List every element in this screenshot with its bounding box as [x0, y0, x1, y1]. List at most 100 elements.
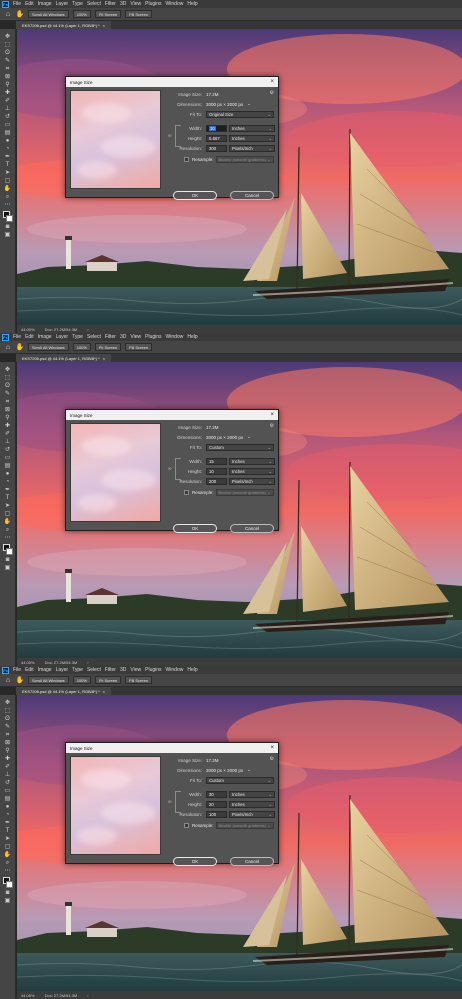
zoom-100-button[interactable]: 100% [72, 343, 91, 351]
color-swatches[interactable] [2, 877, 13, 889]
rectangle-tool-icon[interactable]: ▢ [3, 510, 13, 518]
move-tool-icon[interactable]: ✥ [3, 366, 13, 374]
pen-tool-icon[interactable]: ✒ [3, 819, 13, 827]
menu-select[interactable]: Select [87, 334, 101, 340]
menu-type[interactable]: Type [72, 334, 83, 340]
marquee-tool-icon[interactable]: ⬚ [3, 707, 13, 715]
eyedropper-tool-icon[interactable]: ⚲ [3, 414, 13, 422]
scroll-all-windows-checkbox[interactable]: Scroll All Windows [28, 343, 69, 351]
brush-tool-icon[interactable]: ✐ [3, 430, 13, 438]
menu-image[interactable]: Image [38, 667, 52, 673]
ok-button[interactable]: OK [173, 524, 217, 533]
menu-view[interactable]: View [130, 334, 141, 340]
menu-3d[interactable]: 3D [120, 667, 126, 673]
width-input[interactable]: 30 [206, 790, 227, 798]
menu-window[interactable]: Window [166, 334, 184, 340]
chevron-down-icon[interactable]: ⌄ [245, 767, 251, 774]
resample-checkbox[interactable] [184, 156, 189, 162]
resolution-unit-dropdown[interactable]: Pixels/Inch ⌄ [229, 810, 275, 818]
close-icon[interactable]: × [103, 356, 105, 361]
height-input[interactable]: 10 [206, 467, 227, 475]
menu-window[interactable]: Window [166, 667, 184, 673]
clone-stamp-tool-icon[interactable]: ⊥ [3, 438, 13, 446]
path-selection-tool-icon[interactable]: ➤ [3, 502, 13, 510]
clone-stamp-tool-icon[interactable]: ⊥ [3, 105, 13, 113]
history-brush-tool-icon[interactable]: ↺ [3, 446, 13, 454]
hand-tool-icon[interactable]: ✋ [16, 343, 25, 351]
fill-screen-button[interactable]: Fill Screen [125, 343, 153, 351]
eraser-tool-icon[interactable]: ▭ [3, 454, 13, 462]
document-tab[interactable]: EKS7206.psd @ 44.1% (Layer 1, RGB/8*) * × [16, 354, 111, 362]
more-tools-icon[interactable]: ⋯ [3, 201, 13, 209]
path-selection-tool-icon[interactable]: ➤ [3, 835, 13, 843]
chevron-right-icon[interactable]: › [87, 660, 88, 665]
more-tools-icon[interactable]: ⋯ [3, 534, 13, 542]
width-unit-dropdown[interactable]: Inches ⌄ [229, 124, 275, 132]
height-unit-dropdown[interactable]: Inches ⌄ [229, 134, 275, 142]
resolution-unit-dropdown[interactable]: Pixels/Inch ⌄ [229, 477, 275, 485]
quick-select-tool-icon[interactable]: ✎ [3, 723, 13, 731]
image-preview[interactable] [70, 756, 161, 855]
close-icon[interactable]: × [270, 412, 274, 418]
fit-screen-button[interactable]: Fit Screen [94, 10, 122, 18]
background-color-swatch[interactable] [5, 881, 13, 888]
scroll-all-windows-checkbox[interactable]: Scroll All Windows [28, 676, 69, 684]
menu-filter[interactable]: Filter [105, 667, 116, 673]
menu-edit[interactable]: Edit [25, 667, 34, 673]
zoom-tool-icon[interactable]: ⌕ [3, 859, 13, 867]
blur-tool-icon[interactable]: ● [3, 470, 13, 478]
fill-screen-button[interactable]: Fill Screen [125, 10, 153, 18]
type-tool-icon[interactable]: T [3, 161, 13, 169]
rectangle-tool-icon[interactable]: ▢ [3, 177, 13, 185]
lasso-tool-icon[interactable]: ʘ [3, 382, 13, 390]
height-unit-dropdown[interactable]: Inches ⌄ [229, 800, 275, 808]
cancel-button[interactable]: Cancel [230, 524, 274, 533]
blur-tool-icon[interactable]: ● [3, 137, 13, 145]
frame-tool-icon[interactable]: ⊠ [3, 73, 13, 81]
fit-screen-button[interactable]: Fit Screen [94, 343, 122, 351]
type-tool-icon[interactable]: T [3, 827, 13, 835]
hand-tool-icon[interactable]: ✋ [3, 851, 13, 859]
height-input[interactable]: 20 [206, 800, 227, 808]
frame-tool-icon[interactable]: ⊠ [3, 739, 13, 747]
menu-edit[interactable]: Edit [25, 1, 34, 7]
home-icon[interactable]: ⌂ [4, 343, 12, 351]
width-unit-dropdown[interactable]: Inches ⌄ [229, 790, 275, 798]
color-swatches[interactable] [2, 544, 13, 556]
zoom-100-button[interactable]: 100% [72, 10, 91, 18]
menu-select[interactable]: Select [87, 667, 101, 673]
hand-tool-icon[interactable]: ✋ [16, 676, 25, 684]
quick-mask-icon[interactable]: ◙ [3, 889, 13, 897]
zoom-tool-icon[interactable]: ⌕ [3, 526, 13, 534]
dodge-tool-icon[interactable]: ◔ [3, 478, 13, 486]
dodge-tool-icon[interactable]: ◔ [3, 145, 13, 153]
height-input[interactable]: 6.667 [206, 134, 227, 142]
background-color-swatch[interactable] [5, 548, 13, 555]
eraser-tool-icon[interactable]: ▭ [3, 121, 13, 129]
menu-window[interactable]: Window [166, 1, 184, 7]
fit-to-dropdown[interactable]: Custom ⌄ [206, 443, 274, 451]
menu-help[interactable]: Help [187, 334, 197, 340]
screen-mode-icon[interactable]: ▣ [3, 897, 13, 905]
menu-filter[interactable]: Filter [105, 334, 116, 340]
close-icon[interactable]: × [103, 23, 105, 28]
menu-file[interactable]: File [13, 334, 21, 340]
rectangle-tool-icon[interactable]: ▢ [3, 843, 13, 851]
cancel-button[interactable]: Cancel [230, 857, 274, 866]
history-brush-tool-icon[interactable]: ↺ [3, 113, 13, 121]
pen-tool-icon[interactable]: ✒ [3, 153, 13, 161]
lasso-tool-icon[interactable]: ʘ [3, 49, 13, 57]
image-preview[interactable] [70, 423, 161, 522]
menu-edit[interactable]: Edit [25, 334, 34, 340]
menu-3d[interactable]: 3D [120, 334, 126, 340]
height-unit-dropdown[interactable]: Inches ⌄ [229, 467, 275, 475]
chevron-down-icon[interactable]: ⌄ [245, 101, 251, 108]
resample-dropdown[interactable]: Bicubic (smooth gradients) ⌄ [215, 821, 274, 829]
menu-layer[interactable]: Layer [56, 334, 69, 340]
resolution-input[interactable]: 200 [206, 477, 227, 485]
screen-mode-icon[interactable]: ▣ [3, 564, 13, 572]
move-tool-icon[interactable]: ✥ [3, 699, 13, 707]
menu-layer[interactable]: Layer [56, 667, 69, 673]
width-input[interactable]: 10 [206, 124, 227, 132]
menu-file[interactable]: File [13, 1, 21, 7]
